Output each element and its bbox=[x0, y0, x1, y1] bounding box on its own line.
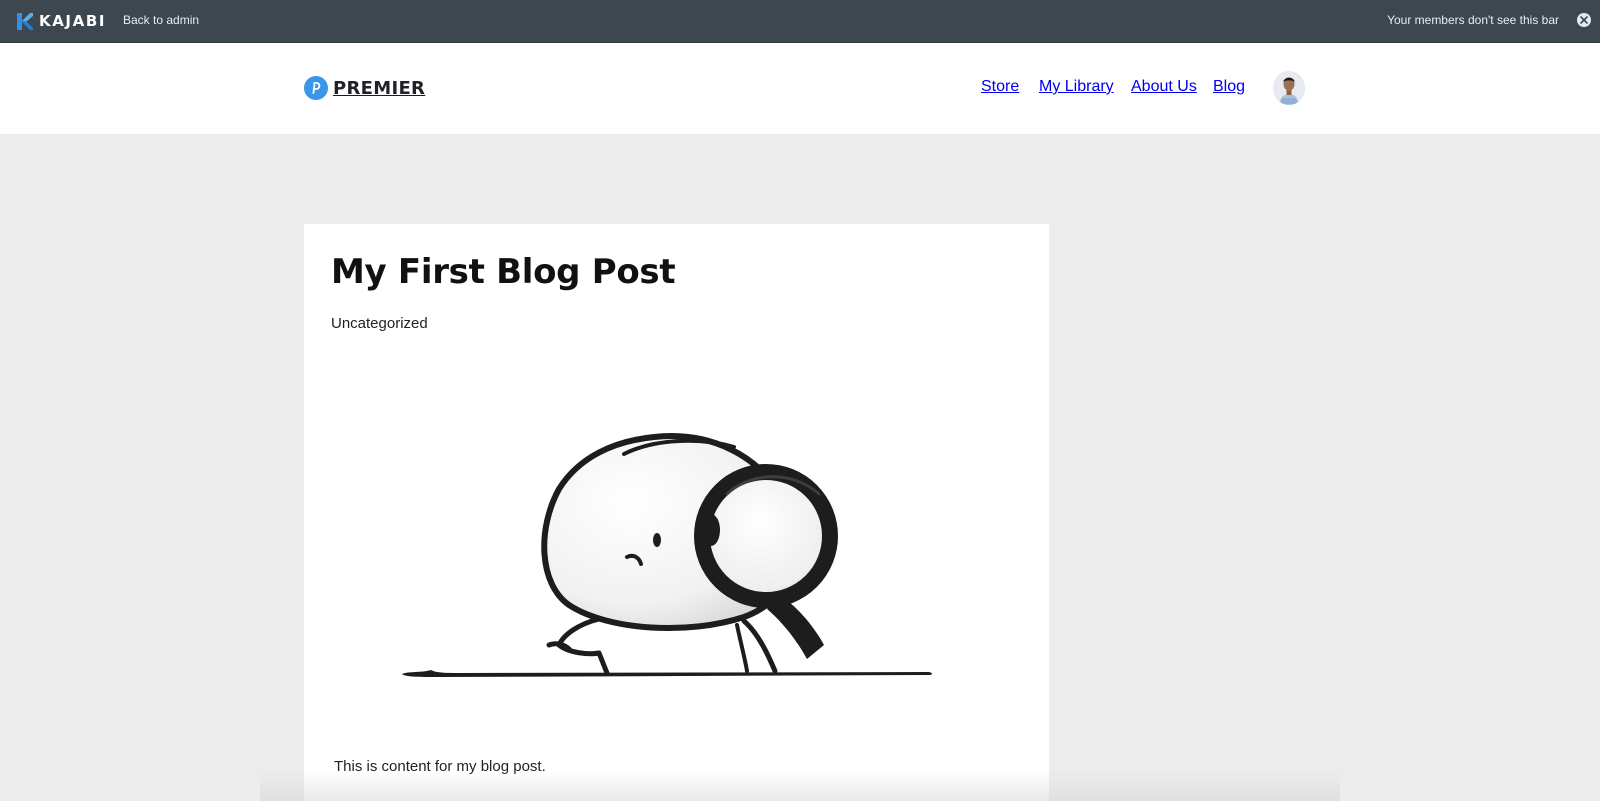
post-body: This is content for my blog post. bbox=[334, 758, 546, 775]
site-brand[interactable]: PREMIER bbox=[304, 76, 425, 100]
post-title: My First Blog Post bbox=[331, 252, 676, 292]
site-header: PREMIER Store My Library About Us Blog bbox=[0, 42, 1600, 134]
blog-post-card: My First Blog Post Uncategorized This is… bbox=[304, 224, 1049, 801]
premier-logo-icon bbox=[304, 76, 328, 100]
kajabi-logo-icon bbox=[17, 12, 33, 30]
nav-blog[interactable]: Blog bbox=[1213, 78, 1245, 96]
kajabi-wordmark: KAJABI bbox=[39, 12, 107, 30]
close-admin-bar-button[interactable] bbox=[1577, 13, 1591, 27]
admin-bar: KAJABI Back to admin Your members don't … bbox=[0, 0, 1600, 42]
nav-my-library[interactable]: My Library bbox=[1039, 78, 1114, 96]
magnifying-glass-character-illustration bbox=[402, 433, 932, 677]
nav-store[interactable]: Store bbox=[981, 78, 1019, 96]
nav-about-us[interactable]: About Us bbox=[1131, 78, 1197, 96]
brand-name: PREMIER bbox=[333, 77, 426, 99]
post-category-link[interactable]: Uncategorized bbox=[331, 315, 428, 332]
back-to-admin-link[interactable]: Back to admin bbox=[123, 13, 199, 27]
user-avatar[interactable] bbox=[1273, 71, 1305, 105]
kajabi-logo[interactable]: KAJABI bbox=[17, 12, 106, 30]
admin-bar-notice: Your members don't see this bar bbox=[1387, 13, 1559, 27]
close-icon bbox=[1580, 16, 1588, 24]
